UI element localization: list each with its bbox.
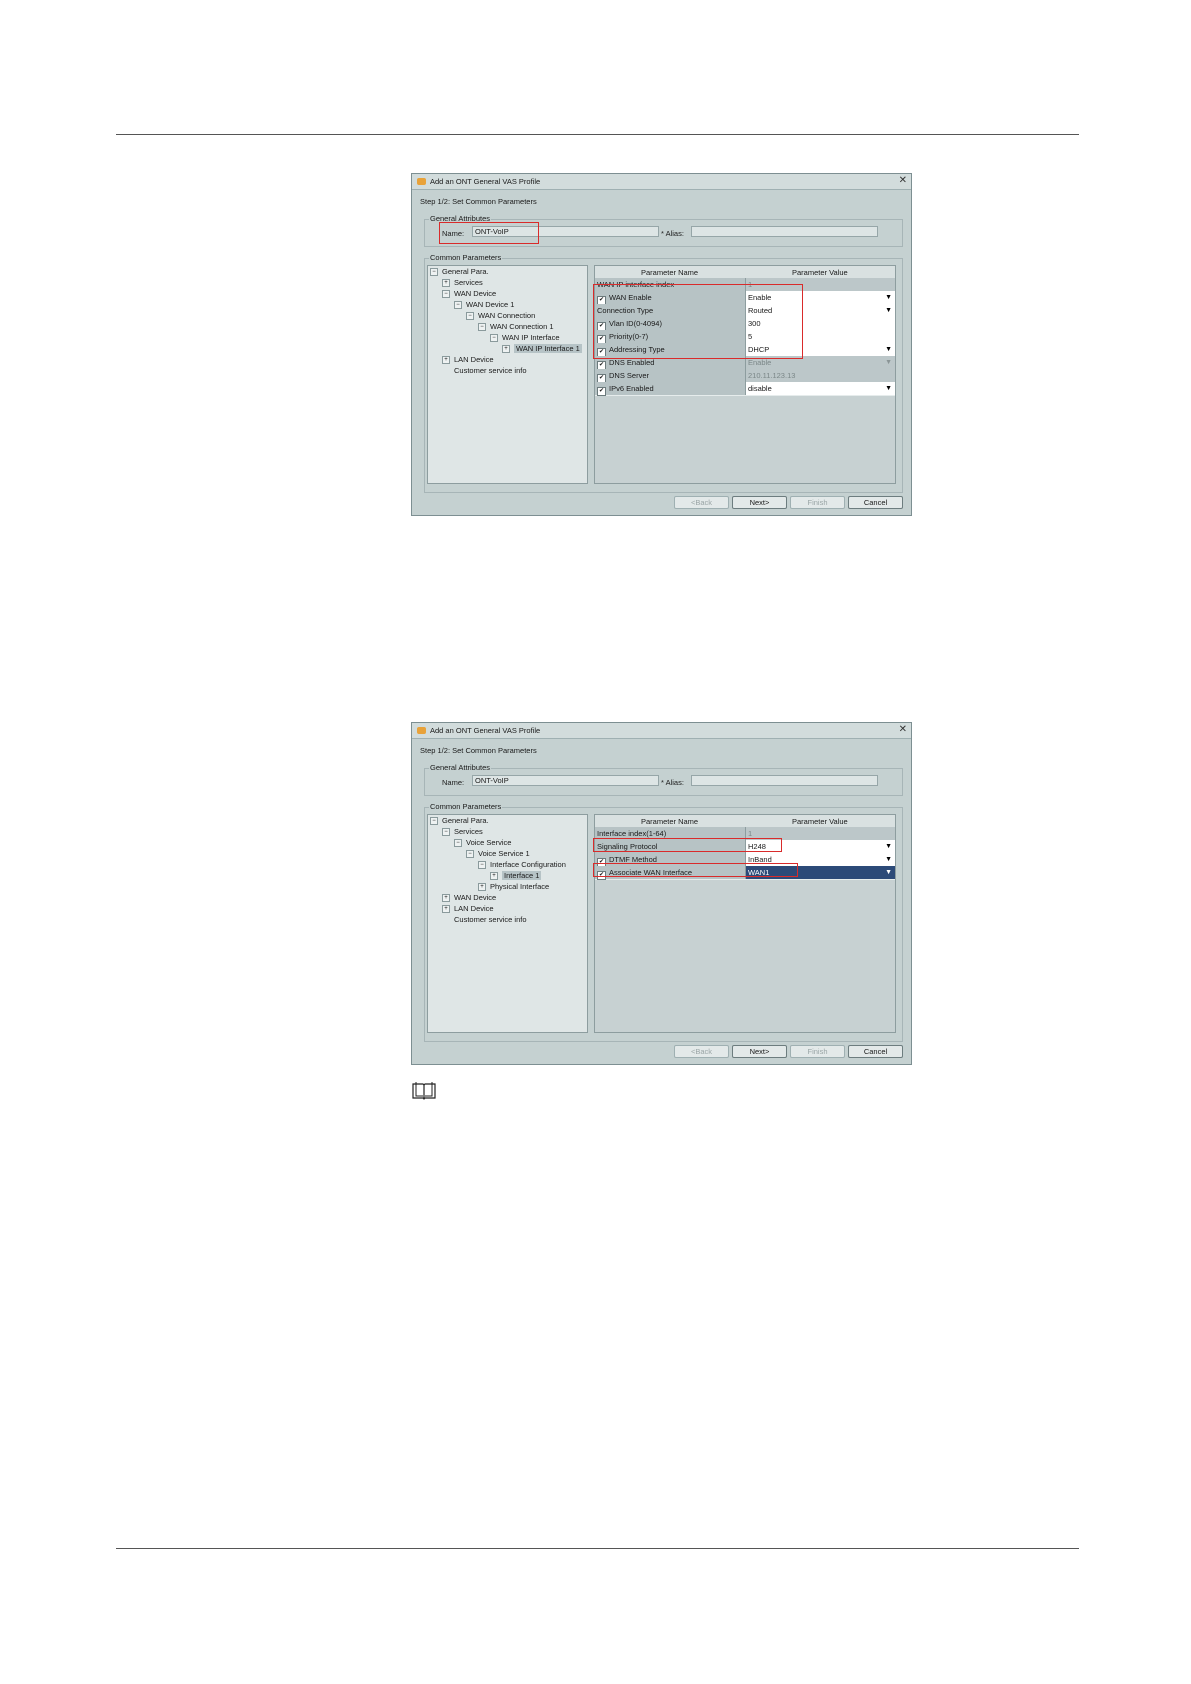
- associate-wan-highlight-box: [593, 863, 798, 877]
- footer-rule: [116, 1548, 1079, 1549]
- dropdown-arrow-icon[interactable]: ▼: [885, 382, 892, 395]
- tree-node-voice-service[interactable]: − Voice Service: [454, 838, 511, 848]
- expand-icon[interactable]: +: [442, 905, 450, 913]
- expand-icon[interactable]: +: [442, 356, 450, 364]
- next-button[interactable]: Next>: [732, 496, 787, 509]
- tree-node-general-para[interactable]: − General Para.: [430, 267, 489, 277]
- collapse-icon[interactable]: −: [454, 839, 462, 847]
- expand-icon[interactable]: +: [442, 279, 450, 287]
- collapse-icon[interactable]: −: [478, 861, 486, 869]
- tree-node-lan-device[interactable]: + LAN Device: [442, 904, 494, 914]
- dropdown-arrow-icon[interactable]: ▼: [885, 853, 892, 866]
- collapse-icon[interactable]: −: [466, 850, 474, 858]
- tree-node-lan-device[interactable]: + LAN Device: [442, 355, 494, 365]
- alias-label: * Alias:: [661, 229, 684, 238]
- name-label: Name:: [442, 778, 465, 787]
- tree-node-services[interactable]: − Services: [442, 827, 483, 837]
- vas-app-icon: [417, 178, 426, 185]
- expand-icon[interactable]: +: [502, 345, 510, 353]
- close-icon[interactable]: ✕: [899, 724, 907, 735]
- tree-node-wan-device[interactable]: − WAN Device: [442, 289, 496, 299]
- dialog-title: Add an ONT General VAS Profile: [430, 726, 541, 735]
- cancel-button[interactable]: Cancel: [848, 1045, 903, 1058]
- expand-icon[interactable]: +: [490, 872, 498, 880]
- back-button[interactable]: <Back: [674, 496, 729, 509]
- collapse-icon[interactable]: −: [442, 290, 450, 298]
- tree-node-customer-service-info[interactable]: Customer service info: [454, 915, 527, 925]
- book-note-icon: [412, 1082, 436, 1100]
- vas-profile-dialog-2: Add an ONT General VAS Profile ✕ Step 1/…: [411, 722, 912, 1065]
- collapse-icon[interactable]: −: [454, 301, 462, 309]
- common-parameters-legend: Common Parameters: [429, 253, 503, 262]
- value-select[interactable]: disable ▼: [746, 382, 895, 395]
- signaling-protocol-highlight-box: [593, 838, 782, 852]
- tree-node-interface-1[interactable]: + Interface 1: [490, 871, 542, 881]
- column-header-value: Parameter Value: [792, 817, 848, 826]
- parameter-tree: − General Para. − Services − Voice Service …: [427, 814, 588, 1033]
- finish-button[interactable]: Finish: [790, 496, 845, 509]
- dropdown-arrow-icon[interactable]: ▼: [885, 866, 892, 879]
- table-row: ✔ DNS Server 210.11.123.13: [595, 369, 895, 383]
- vas-profile-dialog-1: Add an ONT General VAS Profile ✕ Step 1/…: [411, 173, 912, 516]
- step-label: Step 1/2: Set Common Parameters: [420, 746, 537, 755]
- table-row: ✔ IPv6 Enabled disable ▼: [595, 382, 895, 396]
- collapse-icon[interactable]: −: [490, 334, 498, 342]
- step-label: Step 1/2: Set Common Parameters: [420, 197, 537, 206]
- tree-node-services[interactable]: + Services: [442, 278, 483, 288]
- column-header-name: Parameter Name: [641, 817, 699, 826]
- dropdown-arrow-icon: ▼: [885, 359, 892, 366]
- alias-input[interactable]: [691, 775, 878, 786]
- tree-node-wan-ip-interface-1[interactable]: + WAN IP Interface 1: [502, 344, 582, 354]
- dialog-title: Add an ONT General VAS Profile: [430, 177, 541, 186]
- column-header-name: Parameter Name: [641, 268, 699, 277]
- tree-node-wan-device-1[interactable]: − WAN Device 1: [454, 300, 514, 310]
- dropdown-arrow-icon[interactable]: ▼: [885, 343, 892, 356]
- dropdown-arrow-icon[interactable]: ▼: [885, 291, 892, 304]
- tree-node-wan-ip-interface[interactable]: − WAN IP Interface: [490, 333, 560, 343]
- back-button[interactable]: <Back: [674, 1045, 729, 1058]
- tree-node-general-para[interactable]: − General Para.: [430, 816, 489, 826]
- checkbox[interactable]: ✔: [597, 387, 606, 396]
- name-input[interactable]: ONT-VoIP: [472, 775, 659, 786]
- collapse-icon[interactable]: −: [442, 828, 450, 836]
- cancel-button[interactable]: Cancel: [848, 496, 903, 509]
- collapse-icon[interactable]: −: [430, 817, 438, 825]
- collapse-icon[interactable]: −: [466, 312, 474, 320]
- tree-node-wan-device[interactable]: + WAN Device: [442, 893, 496, 903]
- name-highlight-box: [439, 222, 539, 244]
- alias-label: * Alias:: [661, 778, 684, 787]
- collapse-icon[interactable]: −: [430, 268, 438, 276]
- dialog-titlebar: Add an ONT General VAS Profile ✕: [412, 723, 911, 739]
- vas-app-icon: [417, 727, 426, 734]
- general-attributes-legend: General Attributes: [429, 763, 492, 772]
- column-header-value: Parameter Value: [792, 268, 848, 277]
- alias-input[interactable]: [691, 226, 878, 237]
- tree-node-wan-connection[interactable]: − WAN Connection: [466, 311, 535, 321]
- parameter-tree: − General Para. + Services − WAN Device − WA…: [427, 265, 588, 484]
- close-icon[interactable]: ✕: [899, 175, 907, 186]
- dialog-titlebar: Add an ONT General VAS Profile ✕: [412, 174, 911, 190]
- dropdown-arrow-icon[interactable]: ▼: [885, 840, 892, 853]
- expand-icon[interactable]: +: [442, 894, 450, 902]
- header-rule: [116, 134, 1079, 135]
- finish-button[interactable]: Finish: [790, 1045, 845, 1058]
- tree-node-interface-configuration[interactable]: − Interface Configuration: [478, 860, 566, 870]
- tree-node-voice-service-1[interactable]: − Voice Service 1: [466, 849, 530, 859]
- tree-node-customer-service-info[interactable]: Customer service info: [454, 366, 527, 376]
- collapse-icon[interactable]: −: [478, 323, 486, 331]
- tree-node-physical-interface[interactable]: + Physical Interface: [478, 882, 549, 892]
- common-parameters-legend: Common Parameters: [429, 802, 503, 811]
- dropdown-arrow-icon[interactable]: ▼: [885, 304, 892, 317]
- next-button[interactable]: Next>: [732, 1045, 787, 1058]
- tree-node-wan-connection-1[interactable]: − WAN Connection 1: [478, 322, 554, 332]
- expand-icon[interactable]: +: [478, 883, 486, 891]
- params-highlight-box: [593, 284, 803, 359]
